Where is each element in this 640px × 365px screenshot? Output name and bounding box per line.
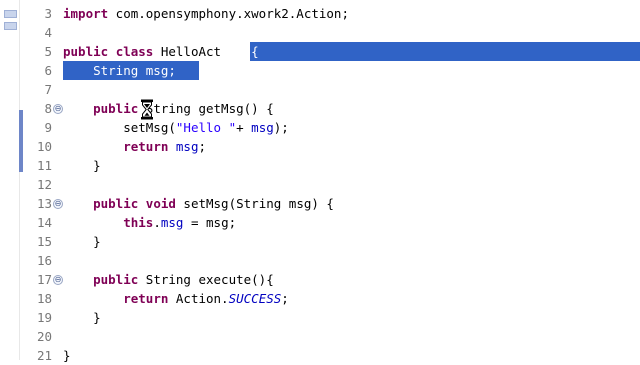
line-number: 3 (44, 6, 52, 21)
code-text: } (63, 158, 101, 173)
code-editor[interactable]: 3 import com.opensymphony.xwork2.Action;… (0, 0, 640, 363)
code-line[interactable]: 13 ⊖ public void setMsg(String msg) { (0, 194, 640, 213)
code-text: import com.opensymphony.xwork2.Action; (63, 6, 349, 21)
code-line[interactable]: 16 (0, 251, 640, 270)
line-number: 17 (36, 272, 52, 287)
code-line[interactable]: 18 return Action.SUCCESS; (0, 289, 640, 308)
line-number: 5 (44, 44, 52, 59)
code-line[interactable]: 9 setMsg("Hello "+ msg); (0, 118, 640, 137)
code-text: public String execute(){ (93, 272, 274, 287)
code-text: } (63, 234, 101, 249)
code-text: public void setMsg(String msg) { (93, 196, 334, 211)
code-text: return Action.SUCCESS; (123, 291, 289, 306)
code-line[interactable]: 17 ⊖ public String execute(){ (0, 270, 640, 289)
hourglass-cursor-icon (141, 99, 153, 120)
line-number: 14 (36, 215, 52, 230)
code-line[interactable]: 15 } (0, 232, 640, 251)
code-line[interactable]: 21 } (0, 346, 640, 365)
code-line[interactable]: 20 (0, 327, 640, 346)
fold-toggle-icon[interactable]: ⊖ (53, 104, 63, 114)
line-number: 12 (36, 177, 52, 192)
line-number: 7 (44, 82, 52, 97)
line-number: 18 (36, 291, 52, 306)
code-text: } (63, 348, 71, 363)
code-line[interactable]: 14 this.msg = msg; (0, 213, 640, 232)
code-line[interactable]: 4 (0, 23, 640, 42)
line-number: 20 (36, 329, 52, 344)
code-text: String msg; (63, 63, 176, 78)
code-line[interactable]: 6 String msg; (0, 61, 640, 80)
line-number: 6 (44, 63, 52, 78)
line-number: 10 (36, 139, 52, 154)
code-line[interactable]: 7 (0, 80, 640, 99)
line-number: 21 (36, 348, 52, 363)
code-line[interactable]: 19 } (0, 308, 640, 327)
code-line[interactable]: 11 } (0, 156, 640, 175)
code-text: public String getMsg() { (93, 101, 274, 116)
line-number: 4 (44, 25, 52, 40)
line-number: 8 (44, 101, 52, 116)
line-number: 19 (36, 310, 52, 325)
code-text: setMsg("Hello "+ msg); (63, 120, 289, 135)
code-text: } (63, 310, 101, 325)
code-text: return msg; (123, 139, 207, 154)
code-line[interactable]: 3 import com.opensymphony.xwork2.Action; (0, 4, 640, 23)
code-text: public class HelloAction { (63, 44, 259, 59)
code-line[interactable]: 5 public class HelloAction { (0, 42, 640, 61)
line-number: 15 (36, 234, 52, 249)
line-number: 16 (36, 253, 52, 268)
line-number: 9 (44, 120, 52, 135)
code-line[interactable]: 10 return msg; (0, 137, 640, 156)
fold-toggle-icon[interactable]: ⊖ (53, 275, 63, 285)
code-text: this.msg = msg; (123, 215, 237, 230)
code-line[interactable]: 12 (0, 175, 640, 194)
line-number: 13 (36, 196, 52, 211)
line-number: 11 (36, 158, 52, 173)
code-line[interactable]: 8 ⊖ public String getMsg() { (0, 99, 640, 118)
fold-toggle-icon[interactable]: ⊖ (53, 199, 63, 209)
